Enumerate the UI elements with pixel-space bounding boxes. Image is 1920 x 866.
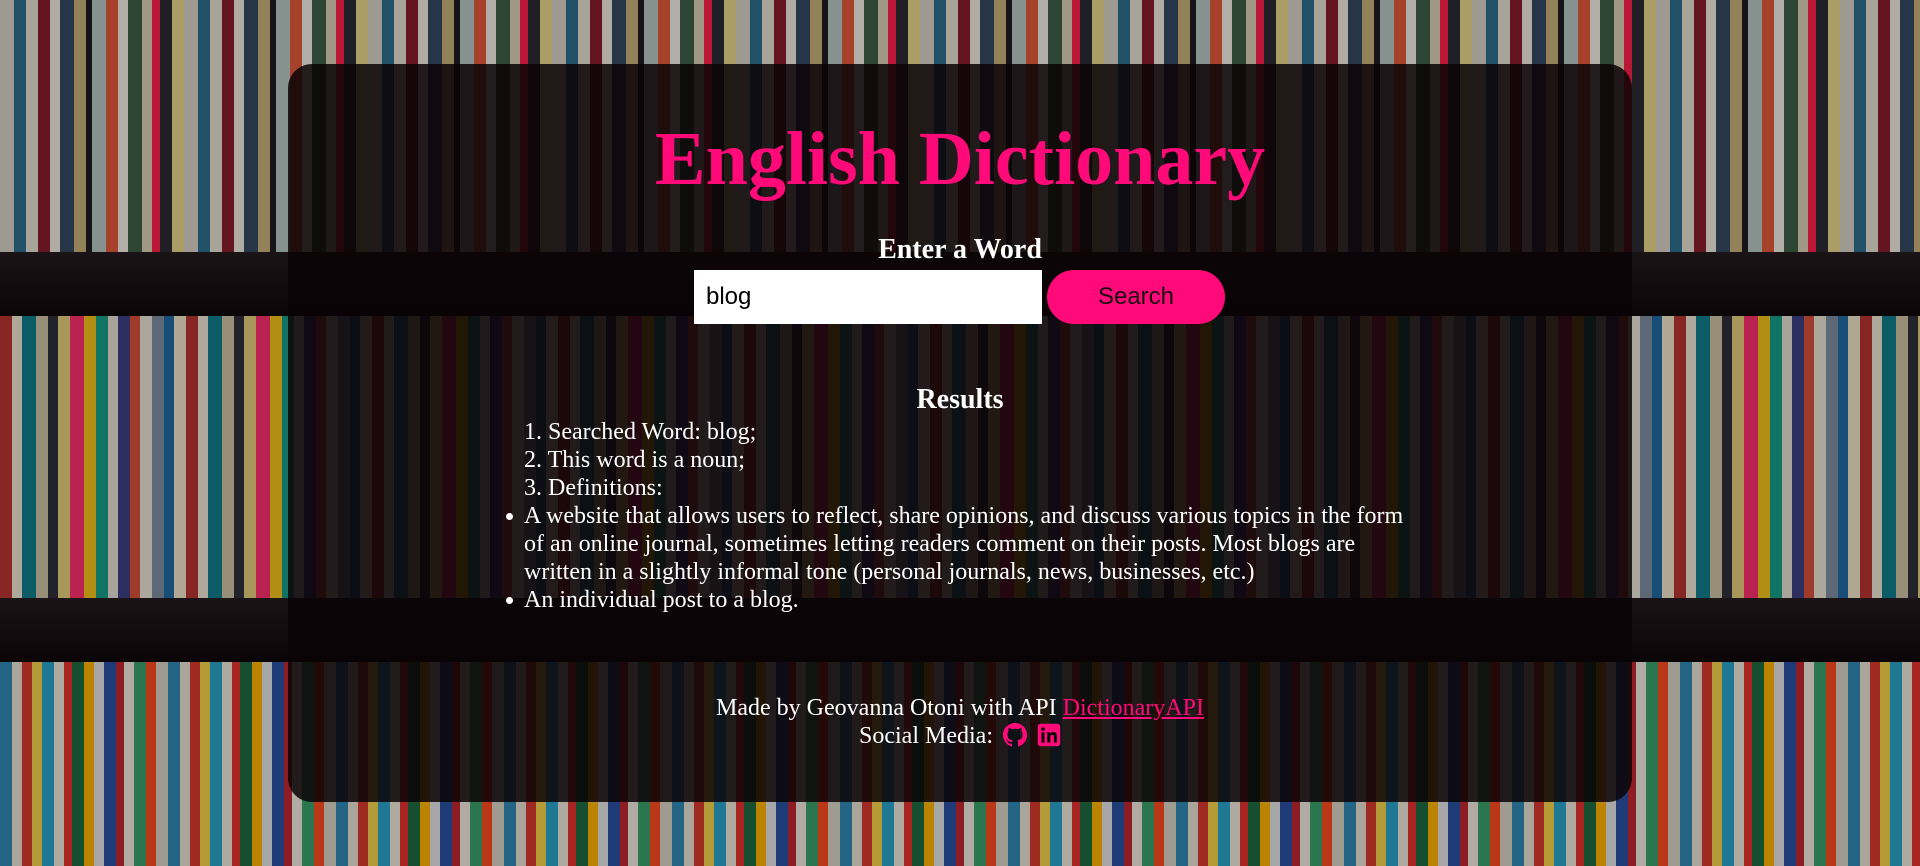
github-icon[interactable] <box>1002 723 1027 747</box>
definition-item: An individual post to a blog. <box>506 586 1404 614</box>
search-prompt-label: Enter a Word <box>878 234 1042 265</box>
result-searched-word: 1. Searched Word: blog; <box>524 419 757 445</box>
definitions-list: A website that allows users to reflect, … <box>506 502 1404 614</box>
results-heading: Results <box>916 384 1004 415</box>
footer-social: Social Media: <box>288 722 1632 750</box>
result-definitions-label: 3. Definitions: <box>524 475 663 501</box>
main-panel: English Dictionary Enter a Word Search R… <box>288 64 1632 802</box>
dictionary-api-link[interactable]: DictionaryAPI <box>1063 695 1204 721</box>
search-button[interactable]: Search <box>1047 270 1225 324</box>
footer: Made by Geovanna Otoni with API Dictiona… <box>288 694 1632 750</box>
search-input[interactable] <box>694 270 1042 324</box>
page-title: English Dictionary <box>654 117 1266 201</box>
results-list: 1. Searched Word: blog; 2. This word is … <box>524 418 756 502</box>
linkedin-icon[interactable] <box>1037 723 1061 747</box>
social-media-label: Social Media: <box>859 723 993 749</box>
result-word-class: 2. This word is a noun; <box>524 447 745 473</box>
footer-credit: Made by Geovanna Otoni with API Dictiona… <box>288 694 1632 722</box>
definition-item: A website that allows users to reflect, … <box>506 503 1404 585</box>
credit-text: Made by Geovanna Otoni with API <box>716 695 1057 721</box>
